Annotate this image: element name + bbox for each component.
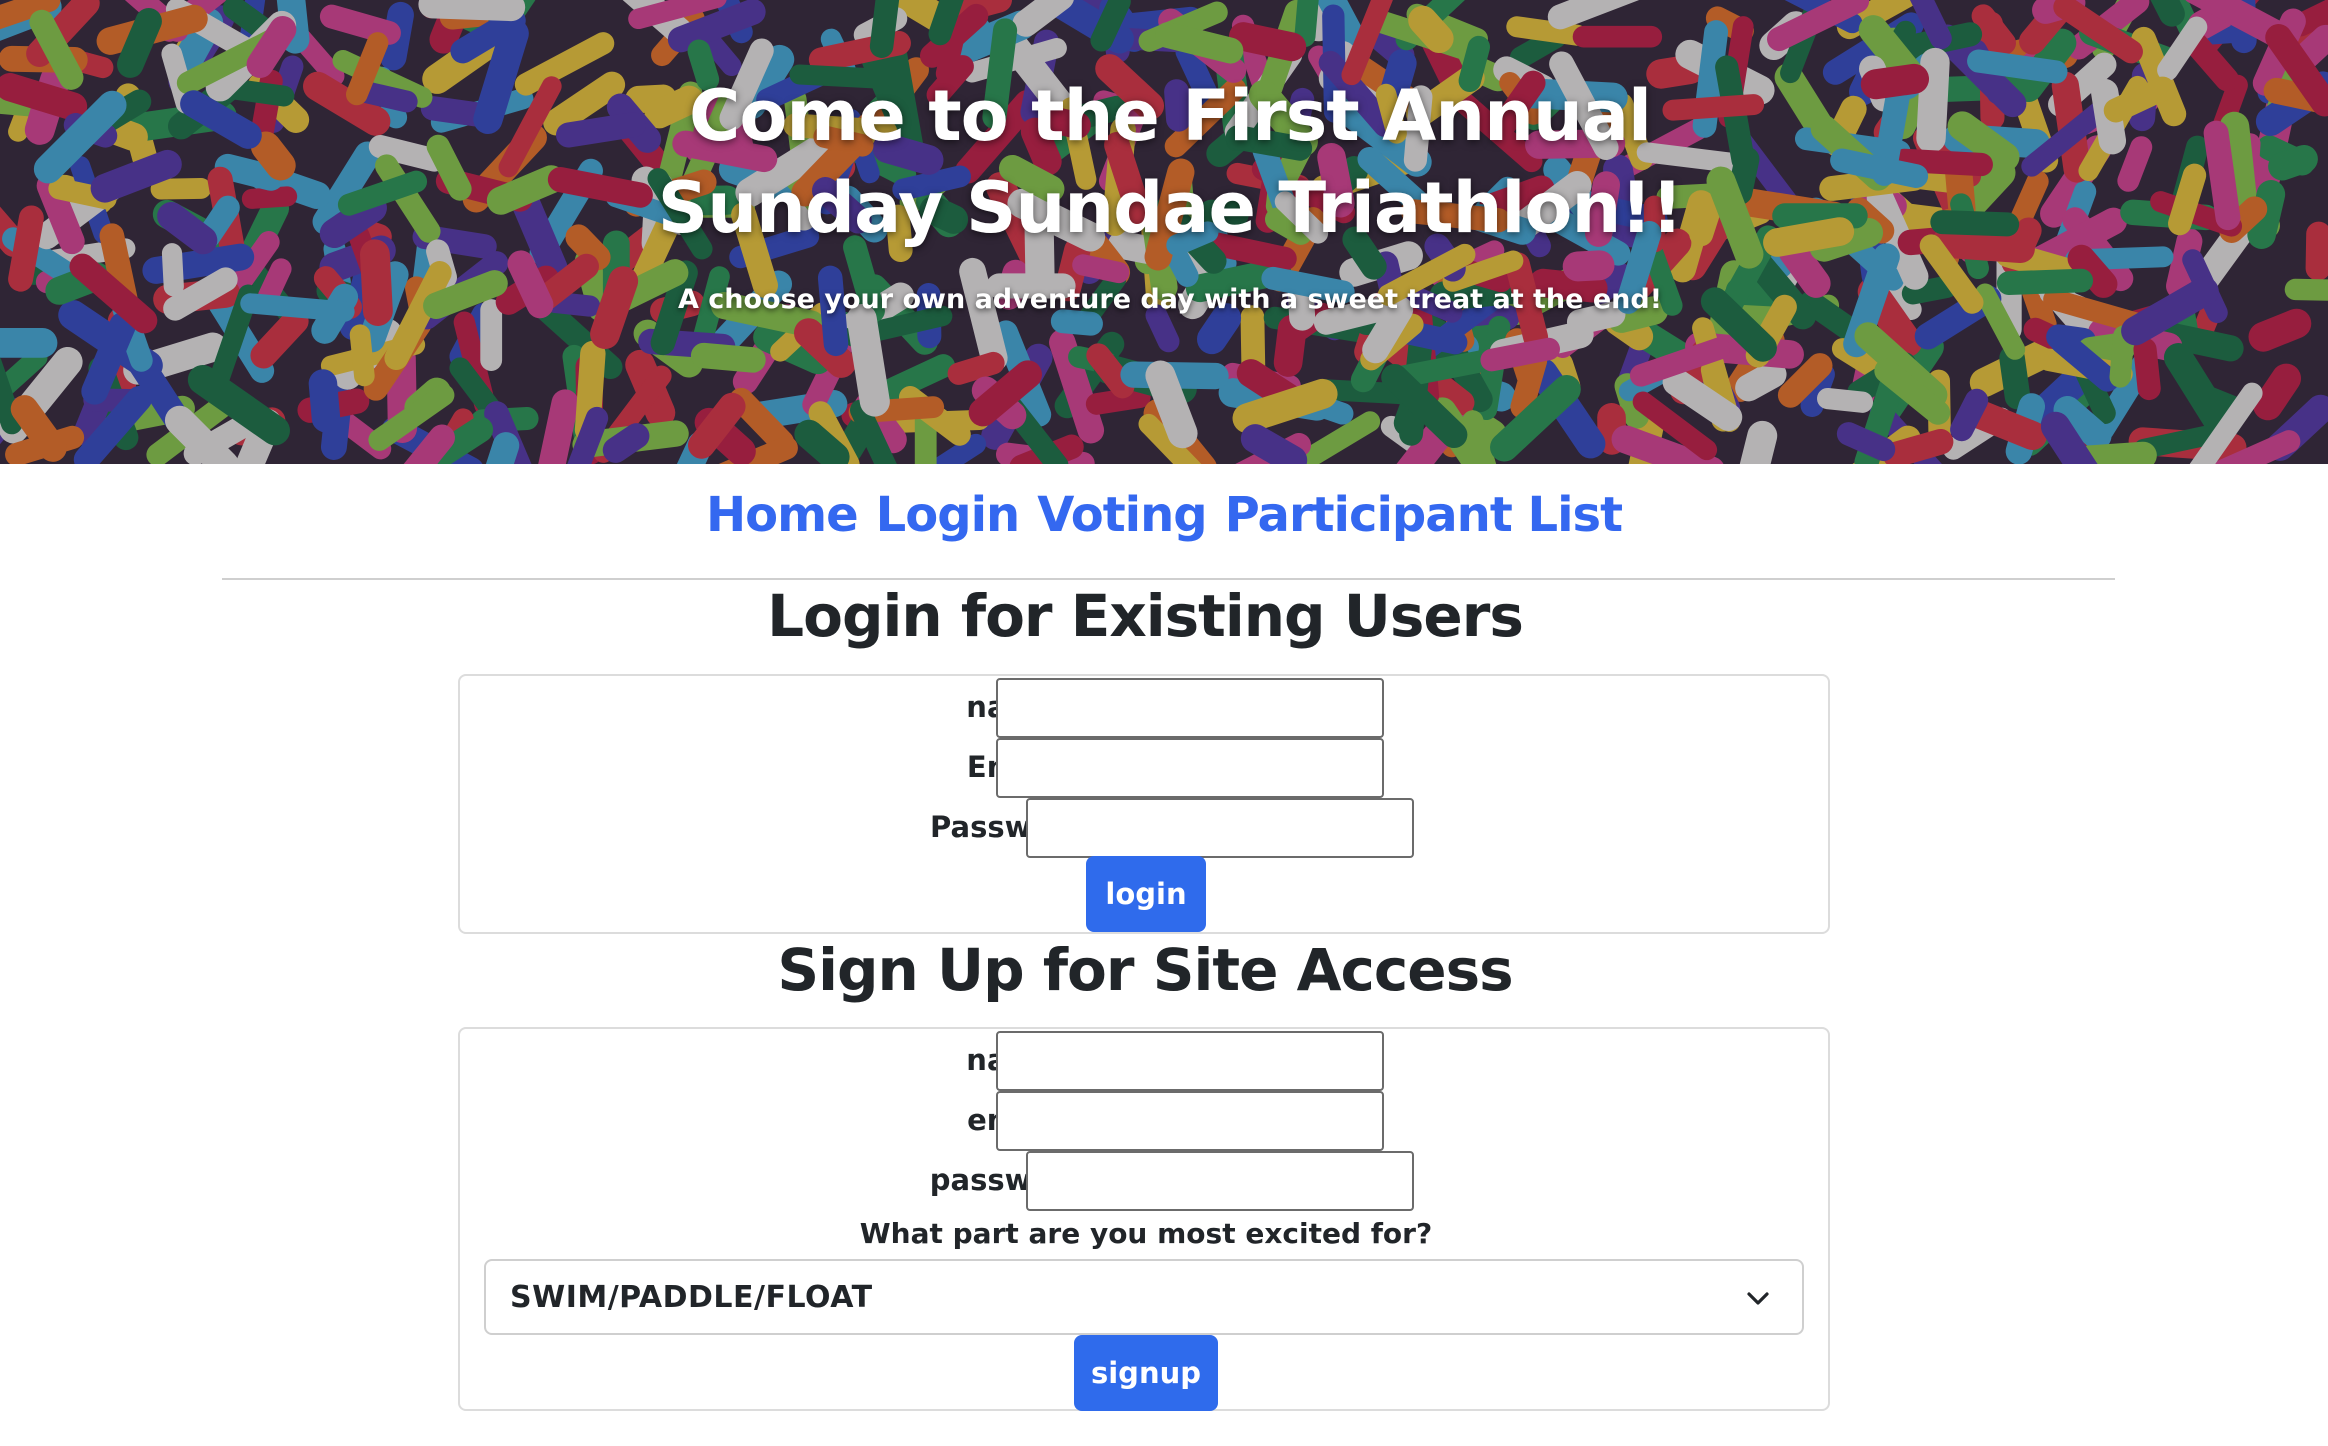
login-heading: Login for Existing Users <box>767 582 1524 650</box>
chevron-down-icon <box>1747 1292 1769 1305</box>
signup-button[interactable]: signup <box>1074 1335 1218 1411</box>
signup-heading: Sign Up for Site Access <box>777 936 1513 1004</box>
nav-link-home[interactable]: Home <box>706 487 859 543</box>
login-password-input[interactable] <box>1026 798 1414 858</box>
login-form: name: Email: Password: login <box>458 674 1830 934</box>
hero-subtitle: A choose your own adventure day with a s… <box>677 284 1663 315</box>
signup-password-input[interactable] <box>1026 1151 1414 1211</box>
main-nav: Home Login Voting Participant List <box>0 480 2328 550</box>
signup-form: name: email: password: What part are you… <box>458 1027 1830 1411</box>
nav-link-voting[interactable]: Voting <box>1037 487 1207 543</box>
nav-divider <box>222 578 2115 580</box>
excited-part-select-value: SWIM/PADDLE/FLOAT <box>510 1279 873 1315</box>
login-name-input[interactable] <box>996 678 1384 738</box>
signup-name-input[interactable] <box>996 1031 1384 1091</box>
excited-part-select[interactable]: SWIM/PADDLE/FLOAT <box>484 1259 1804 1335</box>
signup-email-input[interactable] <box>996 1091 1384 1151</box>
hero-title: Come to the First Annual Sunday Sundae T… <box>657 75 1683 249</box>
nav-link-login[interactable]: Login <box>876 487 1021 543</box>
login-button[interactable]: login <box>1086 856 1206 932</box>
hero-banner: Come to the First Annual Sunday Sundae T… <box>0 0 2328 464</box>
login-email-input[interactable] <box>996 738 1384 798</box>
excited-question-label: What part are you most excited for? <box>859 1217 1433 1250</box>
nav-link-participant-list[interactable]: Participant List <box>1225 487 1623 543</box>
